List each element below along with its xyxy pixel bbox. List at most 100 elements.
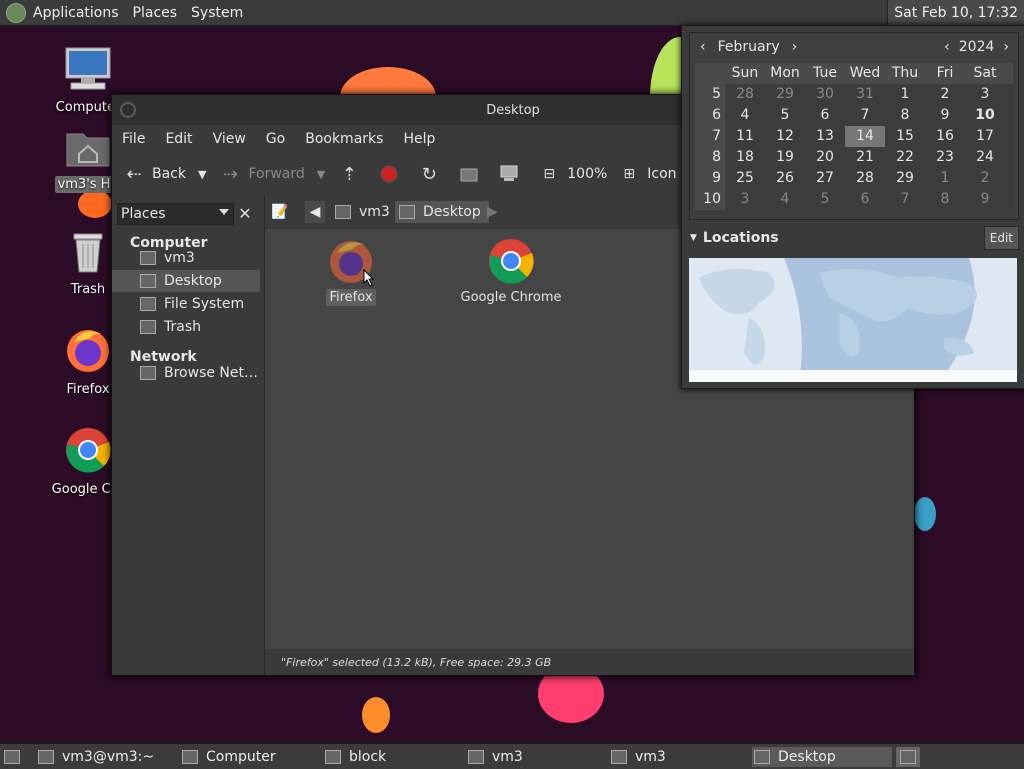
calendar-day[interactable]: 19 (765, 147, 805, 168)
path-segment-vm3[interactable]: vm3 (335, 201, 390, 223)
calendar-day[interactable]: 10 (965, 105, 1005, 126)
calendar-day[interactable]: 7 (885, 189, 925, 210)
calendar-day[interactable]: 29 (765, 84, 805, 105)
menu-help[interactable]: Help (393, 131, 445, 147)
calendar-day[interactable]: 13 (805, 126, 845, 147)
calendar-day[interactable]: 4 (765, 189, 805, 210)
calendar-day[interactable]: 5 (765, 105, 805, 126)
calendar-day[interactable]: 23 (925, 147, 965, 168)
sidebar-item-browse-network[interactable]: Browse Net… (112, 362, 260, 384)
prev-year-button[interactable]: ‹ (939, 39, 955, 55)
calendar-day[interactable]: 30 (805, 84, 845, 105)
taskbar-item-computer[interactable]: Computer (182, 747, 318, 767)
desktop-folder-icon (754, 750, 770, 764)
menu-bookmarks[interactable]: Bookmarks (295, 131, 393, 147)
calendar-day[interactable]: 31 (845, 84, 885, 105)
calendar-day[interactable]: 20 (805, 147, 845, 168)
taskbar-item-terminal[interactable]: vm3@vm3:~ (38, 747, 174, 767)
path-scroll-right-button[interactable]: ▶ (487, 201, 498, 223)
sidebar-item-file-system[interactable]: File System (112, 293, 260, 315)
calendar-day[interactable]: 28 (845, 168, 885, 189)
path-segment-desktop[interactable]: Desktop (395, 201, 489, 223)
calendar-day[interactable]: 1 (925, 168, 965, 189)
menu-edit[interactable]: Edit (155, 131, 202, 147)
calendar-day[interactable]: 14 (845, 126, 885, 147)
applications-menu[interactable]: Applications (26, 5, 126, 21)
calendar-day[interactable]: 8 (885, 105, 925, 126)
calendar-day[interactable]: 17 (965, 126, 1005, 147)
menu-view[interactable]: View (203, 131, 256, 147)
next-year-button[interactable]: › (998, 39, 1014, 55)
calendar-day[interactable]: 9 (965, 189, 1005, 210)
calendar-day[interactable]: 6 (845, 189, 885, 210)
taskbar-item-block[interactable]: block (325, 747, 461, 767)
reload-button[interactable]: ↻ (419, 164, 447, 185)
taskbar-item-desktop[interactable]: Desktop (752, 747, 892, 767)
forward-button[interactable]: ⇢ Forward ▼ (220, 163, 325, 185)
back-button[interactable]: ⇠ Back ▼ (124, 164, 206, 185)
calendar-day[interactable]: 11 (725, 126, 765, 147)
calendar-day[interactable]: 16 (925, 126, 965, 147)
calendar-day[interactable]: 5 (805, 189, 845, 210)
back-history-dropdown-icon[interactable]: ▼ (198, 168, 206, 181)
menu-go[interactable]: Go (256, 131, 295, 147)
locations-label: Locations (702, 230, 779, 246)
taskbar-item-vm3[interactable]: vm3 (468, 747, 604, 767)
mouse-cursor-icon (363, 269, 375, 287)
clock[interactable]: Sat Feb 10, 17:32 (887, 0, 1024, 25)
computer-button[interactable] (499, 164, 527, 184)
sidebar-item-desktop[interactable]: Desktop (112, 270, 260, 292)
places-menu[interactable]: Places (126, 5, 185, 21)
workspace-switcher[interactable] (896, 747, 920, 767)
sidebar-item-vm3[interactable]: vm3 (112, 247, 260, 269)
toggle-location-button[interactable]: 📝 (271, 201, 288, 223)
calendar-day[interactable]: 24 (965, 147, 1005, 168)
calendar-day[interactable]: 29 (885, 168, 925, 189)
sidebar-type-select[interactable]: Places (117, 203, 234, 225)
prev-month-button[interactable]: ‹ (694, 39, 712, 55)
calendar-day[interactable]: 18 (725, 147, 765, 168)
menu-file[interactable]: File (112, 131, 155, 147)
forward-history-dropdown-icon[interactable]: ▼ (317, 168, 325, 181)
calendar-day[interactable]: 1 (885, 84, 925, 105)
up-button[interactable]: ⇡ (339, 164, 367, 185)
file-item-firefox[interactable]: Firefox (291, 237, 411, 306)
locations-expander[interactable]: ▼ Locations (690, 230, 779, 246)
forward-arrow-icon: ⇢ (222, 163, 239, 185)
close-sidebar-button[interactable]: ✕ (235, 203, 255, 223)
calendar-day[interactable]: 26 (765, 168, 805, 189)
distro-logo-icon[interactable] (6, 2, 26, 23)
sidebar-item-trash[interactable]: Trash (112, 316, 260, 338)
calendar-day[interactable]: 3 (725, 189, 765, 210)
week-number: 5 (695, 84, 725, 105)
home-button[interactable] (459, 164, 487, 184)
path-scroll-left-button[interactable]: ◀ (305, 201, 325, 223)
calendar-day[interactable]: 28 (725, 84, 765, 105)
forward-label: Forward (248, 166, 305, 182)
calendar-day[interactable]: 9 (925, 105, 965, 126)
calendar-day[interactable]: 8 (925, 189, 965, 210)
calendar-day[interactable]: 21 (845, 147, 885, 168)
calendar-day[interactable]: 7 (845, 105, 885, 126)
calendar-day[interactable]: 3 (965, 84, 1005, 105)
calendar-day[interactable]: 4 (725, 105, 765, 126)
show-desktop-button[interactable] (4, 747, 20, 767)
edit-locations-button[interactable]: Edit (983, 226, 1019, 250)
system-menu[interactable]: System (184, 5, 250, 21)
calendar-day[interactable]: 15 (885, 126, 925, 147)
calendar-day[interactable]: 22 (885, 147, 925, 168)
calendar-day[interactable]: 2 (965, 168, 1005, 189)
window-menu-icon[interactable] (120, 102, 136, 118)
calendar-day[interactable]: 12 (765, 126, 805, 147)
stop-button[interactable] (379, 164, 407, 184)
calendar-day[interactable]: 27 (805, 168, 845, 189)
calendar-day[interactable]: 6 (805, 105, 845, 126)
zoom-in-button[interactable]: ⊞ Icon V (619, 164, 690, 184)
zoom-out-button[interactable]: ⊟ 100% (539, 164, 607, 184)
next-month-button[interactable]: › (786, 39, 804, 55)
calendar-day[interactable]: 25 (725, 168, 765, 189)
computer-icon (182, 750, 198, 764)
taskbar-item-vm3[interactable]: vm3 (611, 747, 747, 767)
calendar-day[interactable]: 2 (925, 84, 965, 105)
file-item-google-chrome[interactable]: Google Chrome (451, 237, 571, 306)
